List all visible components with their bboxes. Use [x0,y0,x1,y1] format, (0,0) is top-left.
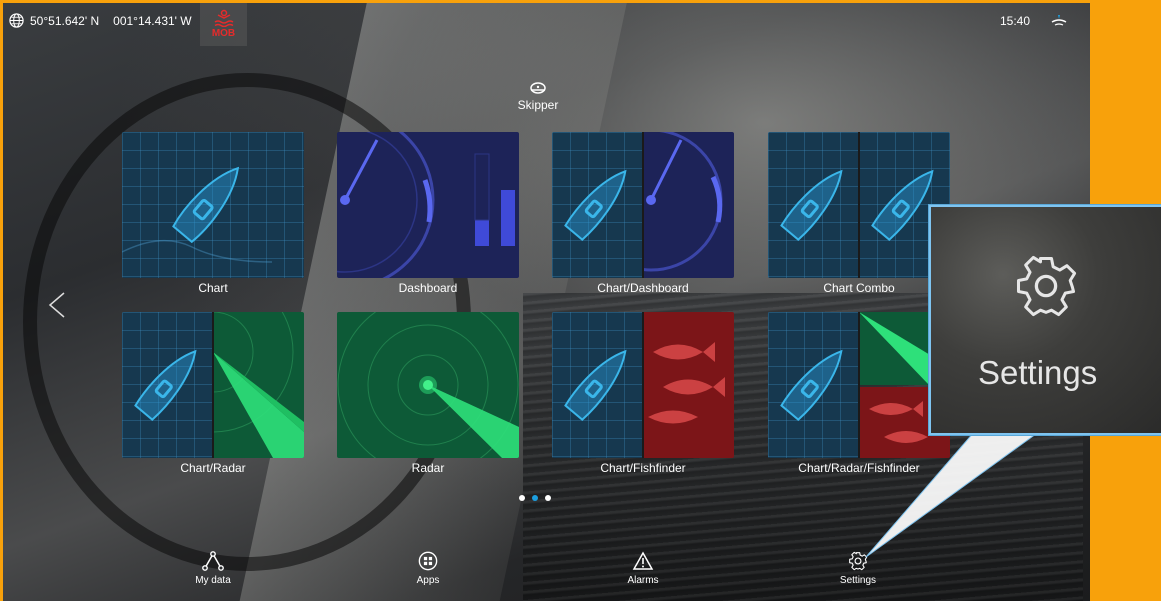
zoom-label: Settings [978,354,1098,391]
gear-icon [1016,255,1077,317]
settings-zoom-callout: Settings [929,205,1161,435]
